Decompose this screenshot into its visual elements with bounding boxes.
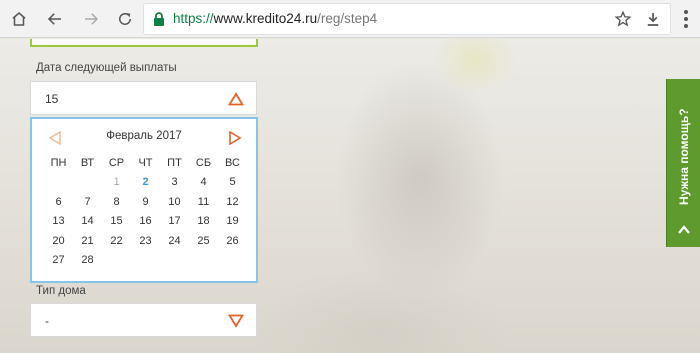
browser-toolbar: https://www.kredito24.ru/reg/step4 (0, 0, 700, 38)
triangle-down-icon[interactable] (228, 314, 244, 328)
reload-icon[interactable] (112, 6, 138, 32)
home-icon[interactable] (6, 6, 32, 32)
forward-icon[interactable] (78, 6, 104, 32)
calendar-day[interactable]: 16 (131, 212, 160, 232)
calendar-day[interactable]: 26 (218, 231, 247, 251)
calendar-day[interactable]: 10 (160, 192, 189, 212)
weekday-header: ЧТ (138, 156, 153, 169)
calendar-day[interactable]: 11 (189, 192, 218, 212)
calendar-day[interactable]: 27 (44, 251, 73, 271)
download-icon[interactable] (644, 10, 662, 28)
calendar-day[interactable]: 25 (189, 231, 218, 251)
calendar-day[interactable]: 21 (73, 231, 102, 251)
calendar-day[interactable]: 8 (102, 192, 131, 212)
calendar-day[interactable]: 3 (160, 173, 189, 193)
calendar-header: Февраль 2017 (32, 127, 256, 147)
lock-icon (154, 12, 164, 26)
calendar-day[interactable]: 12 (218, 192, 247, 212)
calendar-empty-cell (189, 251, 218, 271)
calendar-day[interactable]: 9 (131, 192, 160, 212)
payment-date-value: 15 (45, 92, 59, 106)
page-viewport: Дата следующей выплаты 15 Февраль 2017 П… (0, 39, 700, 353)
calendar-empty-cell (160, 251, 189, 271)
help-tab[interactable]: Нужна помощь? (666, 79, 700, 247)
calendar-day[interactable]: 5 (218, 173, 247, 193)
calendar-empty-cell (44, 173, 73, 193)
calendar-empty-cell (131, 251, 160, 271)
next-month-arrow-icon[interactable] (228, 131, 242, 145)
weekday-header: ПН (50, 156, 67, 169)
calendar-day[interactable]: 19 (218, 212, 247, 232)
calendar-empty-cell (102, 251, 131, 271)
date-picker: Февраль 2017 ПН ВТ СР ЧТ ПТ СБ ВС 1 2 3 4 5 6 7 8 9 10 11… (30, 117, 258, 283)
help-tab-label: Нужна помощь? (677, 108, 691, 206)
house-type-select[interactable]: - (30, 303, 257, 337)
calendar-day[interactable]: 18 (189, 212, 218, 232)
payment-date-select[interactable]: 15 (30, 81, 257, 115)
calendar-day[interactable]: 14 (73, 212, 102, 232)
calendar-empty-cell (73, 173, 102, 193)
calendar-day[interactable]: 4 (189, 173, 218, 193)
calendar-day[interactable]: 23 (131, 231, 160, 251)
address-bar[interactable]: https://www.kredito24.ru/reg/step4 (144, 4, 670, 34)
weekday-header: ПТ (167, 156, 182, 169)
calendar-day[interactable]: 6 (44, 192, 73, 212)
weekday-header: СБ (195, 156, 212, 169)
weekday-header: СР (108, 156, 125, 169)
calendar-day: 1 (113, 176, 120, 189)
calendar-day[interactable]: 7 (73, 192, 102, 212)
calendar-day[interactable]: 28 (73, 251, 102, 271)
calendar-day[interactable]: 17 (160, 212, 189, 232)
calendar-day[interactable]: 13 (44, 212, 73, 232)
payment-date-label: Дата следующей выплаты (36, 62, 177, 74)
url-text: https://www.kredito24.ru/reg/step4 (173, 11, 377, 26)
back-icon[interactable] (42, 6, 68, 32)
star-icon[interactable] (614, 10, 632, 28)
url-scheme: https:// (173, 11, 214, 26)
url-path: /reg/step4 (317, 11, 378, 26)
calendar-day[interactable]: 24 (160, 231, 189, 251)
house-type-value: - (45, 314, 49, 328)
calendar-month-title: Февраль 2017 (106, 130, 182, 142)
weekday-header: ВС (225, 156, 240, 169)
calendar-empty-cell (218, 251, 247, 271)
calendar-day[interactable]: 15 (102, 212, 131, 232)
menu-icon[interactable] (678, 7, 694, 31)
house-type-label: Тип дома (36, 285, 86, 297)
calendar-grid: ПН ВТ СР ЧТ ПТ СБ ВС 1 2 3 4 5 6 7 8 9 10 11 12 13 14 15 16 17 1… (44, 153, 248, 270)
calendar-day[interactable]: 22 (102, 231, 131, 251)
triangle-up-icon[interactable] (228, 92, 244, 106)
calendar-day[interactable]: 2 (131, 173, 160, 193)
chevron-up-icon (678, 225, 690, 234)
calendar-day[interactable]: 20 (44, 231, 73, 251)
weekday-header: ВТ (80, 156, 95, 169)
url-host: www.kredito24.ru (213, 11, 318, 26)
previous-input-field[interactable] (30, 39, 258, 47)
